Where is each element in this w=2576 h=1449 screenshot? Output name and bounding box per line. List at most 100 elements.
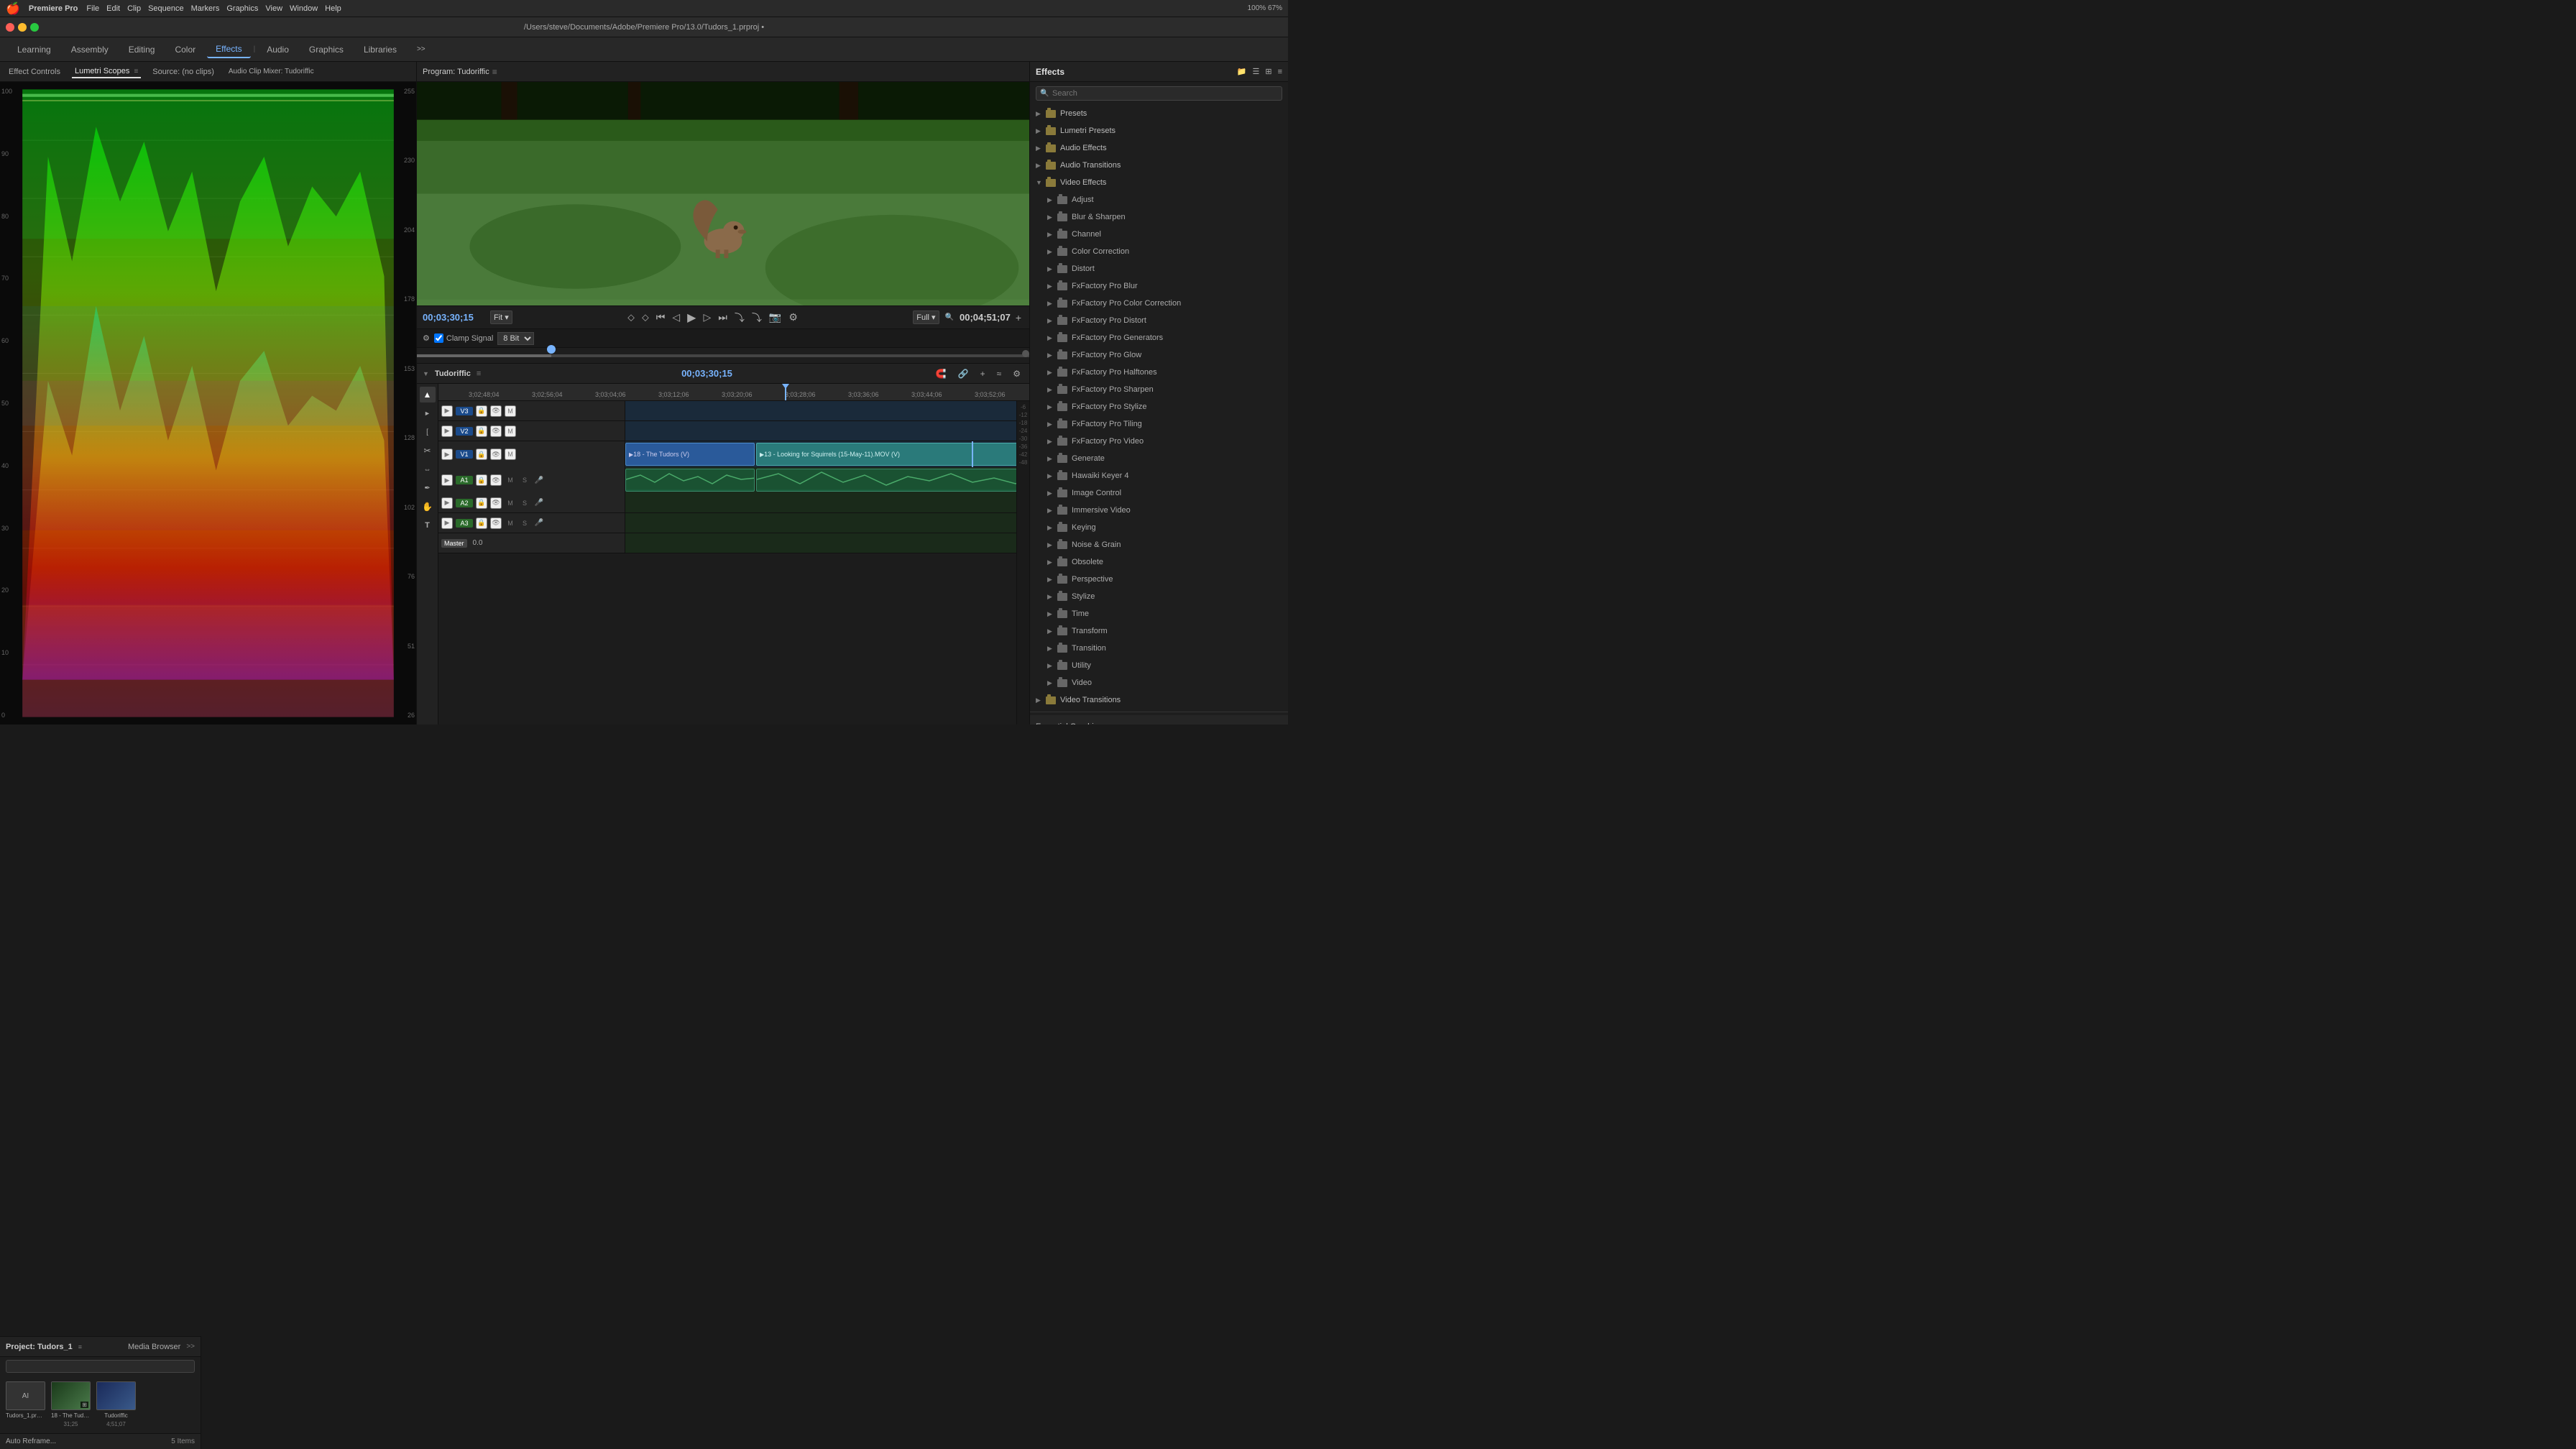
insert-button[interactable]: ⤵	[732, 309, 747, 326]
effects-item-time[interactable]: ▶ Time	[1030, 605, 1288, 622]
full-selector[interactable]: Full ▾	[913, 310, 939, 324]
settings-button[interactable]: ⚙	[786, 310, 800, 325]
text-tool[interactable]: T	[420, 518, 436, 533]
select-tool[interactable]: ▲	[420, 387, 436, 402]
effects-item-keying[interactable]: ▶ Keying	[1030, 519, 1288, 536]
track-expand-v1[interactable]: ▶	[441, 448, 453, 460]
menu-help[interactable]: Help	[325, 4, 341, 13]
effects-item-channel[interactable]: ▶ Channel	[1030, 226, 1288, 243]
track-m-a1[interactable]: M	[505, 474, 516, 486]
overwrite-button[interactable]: ⤵	[750, 309, 764, 326]
effects-item-presets[interactable]: ▶ Presets	[1030, 105, 1288, 122]
effects-item-stylize[interactable]: ▶ Stylize	[1030, 588, 1288, 605]
project-item-seq[interactable]: Tudoriffic 4;51;07	[96, 1381, 136, 1427]
tab-effect-controls[interactable]: Effect Controls	[6, 66, 63, 78]
add-button[interactable]: +	[1013, 310, 1024, 325]
effects-item-fxfactory-color[interactable]: ▶ FxFactory Pro Color Correction	[1030, 295, 1288, 312]
pen-tool[interactable]: ✒	[420, 480, 436, 496]
snap-button[interactable]: 🧲	[933, 367, 949, 380]
effects-item-fxfactory-generators[interactable]: ▶ FxFactory Pro Generators	[1030, 329, 1288, 346]
track-sync-v2[interactable]: 🔒	[476, 426, 487, 437]
effects-item-fxfactory-halftones[interactable]: ▶ FxFactory Pro Halftones	[1030, 364, 1288, 381]
effects-item-transition[interactable]: ▶ Transition	[1030, 640, 1288, 657]
tab-lumetri-scopes[interactable]: Lumetri Scopes ≡	[72, 65, 141, 78]
tab-learning[interactable]: Learning	[9, 42, 60, 58]
track-visibility-v3[interactable]: 👁	[490, 405, 502, 417]
track-s-a1[interactable]: S	[519, 474, 530, 486]
effects-item-fxfactory-tiling[interactable]: ▶ FxFactory Pro Tiling	[1030, 415, 1288, 433]
effects-item-essential-graphics[interactable]: Essential Graphics	[1030, 715, 1288, 724]
track-s-a2[interactable]: S	[519, 497, 530, 509]
slip-tool[interactable]: ⇔	[420, 461, 436, 477]
effects-item-lumetri-presets[interactable]: ▶ Lumetri Presets	[1030, 122, 1288, 139]
master-value[interactable]: 0.0	[473, 539, 483, 547]
hand-tool[interactable]: ✋	[420, 499, 436, 515]
effects-item-distort[interactable]: ▶ Distort	[1030, 260, 1288, 277]
track-expand-a1[interactable]: ▶	[441, 474, 453, 486]
track-mic-a2[interactable]: 🎤	[533, 497, 545, 509]
project-item-proj[interactable]: AI Tudors_1.prproj	[6, 1381, 45, 1427]
effects-item-video-effects[interactable]: ▼ Video Effects	[1030, 174, 1288, 191]
track-mute-v3[interactable]: M	[505, 405, 516, 417]
effects-grid-view[interactable]: ⊞	[1265, 67, 1271, 76]
effects-item-utility[interactable]: ▶ Utility	[1030, 657, 1288, 674]
effects-new-folder[interactable]: 📁	[1237, 67, 1247, 76]
effects-item-blur-sharpen[interactable]: ▶ Blur & Sharpen	[1030, 208, 1288, 226]
effects-item-fxfactory-blur[interactable]: ▶ FxFactory Pro Blur	[1030, 277, 1288, 295]
timeline-collapse[interactable]: ▼	[423, 370, 429, 377]
track-content-master[interactable]	[625, 533, 1029, 553]
menu-file[interactable]: File	[86, 4, 99, 13]
clamp-checkbox-label[interactable]: Clamp Signal	[434, 334, 493, 343]
track-content-a1[interactable]	[625, 467, 1029, 493]
track-s-a3[interactable]: S	[519, 518, 530, 529]
maximize-button[interactable]	[30, 23, 39, 32]
ripple-button[interactable]: ≈	[994, 367, 1005, 380]
clip-v1-1[interactable]: ▶ 18 - The Tudors (V)	[625, 443, 755, 466]
menu-window[interactable]: Window	[290, 4, 318, 13]
track-sync-a1[interactable]: 🔒	[476, 474, 487, 486]
step-back-button[interactable]: ◁	[670, 310, 682, 325]
effects-item-hawaiki[interactable]: ▶ Hawaiki Keyer 4	[1030, 467, 1288, 484]
clip-a1-2[interactable]	[756, 469, 1029, 492]
track-m-a2[interactable]: M	[505, 497, 516, 509]
track-sync-v3[interactable]: 🔒	[476, 405, 487, 417]
track-visibility-a1[interactable]: 👁	[490, 474, 502, 486]
menu-sequence[interactable]: Sequence	[148, 4, 184, 13]
track-visibility-v1[interactable]: 👁	[490, 448, 502, 460]
menu-edit[interactable]: Edit	[106, 4, 120, 13]
settings-button[interactable]: ⚙	[1010, 367, 1024, 380]
track-m-a3[interactable]: M	[505, 518, 516, 529]
track-visibility-a2[interactable]: 👁	[490, 497, 502, 509]
track-content-v3[interactable]	[625, 401, 1029, 420]
menu-graphics[interactable]: Graphics	[226, 4, 258, 13]
effects-item-video[interactable]: ▶ Video	[1030, 674, 1288, 691]
step-forward-button[interactable]: ▷	[701, 310, 713, 325]
close-button[interactable]	[6, 23, 14, 32]
auto-reframe-btn[interactable]: Auto Reframe...	[6, 1438, 56, 1445]
track-select-tool[interactable]: ►	[420, 405, 436, 421]
timeline-menu-icon[interactable]: ≡	[477, 369, 481, 378]
tab-graphics[interactable]: Graphics	[300, 42, 352, 58]
mark-out-button[interactable]: ⬦	[640, 310, 651, 325]
track-content-v1[interactable]: ▶ 18 - The Tudors (V) ▶ 13 - Looking for…	[625, 441, 1029, 467]
effects-item-transform[interactable]: ▶ Transform	[1030, 622, 1288, 640]
go-to-out-button[interactable]: ⏭	[716, 310, 730, 325]
tab-source[interactable]: Source: (no clips)	[150, 66, 217, 78]
panel-overflow[interactable]: >>	[186, 1343, 195, 1351]
track-content-a2[interactable]	[625, 493, 1029, 512]
fit-selector[interactable]: Fit ▾	[490, 310, 512, 324]
effects-item-fxfactory-stylize[interactable]: ▶ FxFactory Pro Stylize	[1030, 398, 1288, 415]
track-sync-a3[interactable]: 🔒	[476, 518, 487, 529]
effects-search-input[interactable]	[1036, 86, 1282, 101]
effects-item-color-correction[interactable]: ▶ Color Correction	[1030, 243, 1288, 260]
track-sync-a2[interactable]: 🔒	[476, 497, 487, 509]
media-browser-tab[interactable]: Media Browser	[128, 1343, 180, 1351]
tab-libraries[interactable]: Libraries	[355, 42, 405, 58]
settings-icon[interactable]: ⚙	[423, 334, 430, 343]
play-button[interactable]: ▶	[685, 309, 698, 326]
menu-clip[interactable]: Clip	[127, 4, 141, 13]
effects-item-perspective[interactable]: ▶ Perspective	[1030, 571, 1288, 588]
add-track-button[interactable]: +	[978, 367, 988, 380]
project-expand[interactable]: ≡	[78, 1343, 82, 1351]
track-expand-v3[interactable]: ▶	[441, 405, 453, 417]
